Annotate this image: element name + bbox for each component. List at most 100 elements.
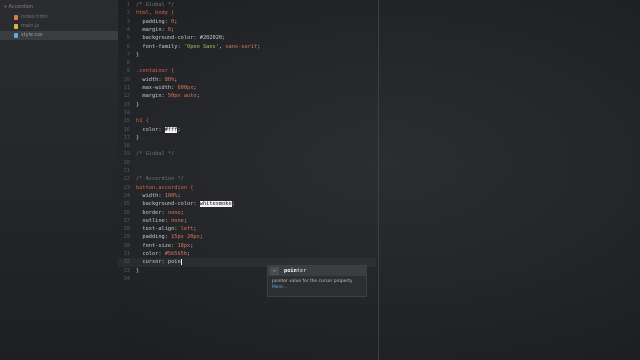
code-token: /* Global */ bbox=[136, 151, 175, 158]
code-text: button.accordion { bbox=[136, 184, 193, 192]
code-text: /* Accordion */ bbox=[136, 175, 184, 183]
code-line[interactable]: 16 color: #fff; bbox=[118, 126, 376, 134]
autocomplete-hint[interactable]: ≡ pointer pointer value for the cursor p… bbox=[267, 265, 367, 297]
file-icon bbox=[14, 15, 18, 20]
line-number: 6 bbox=[126, 43, 130, 50]
code-line[interactable]: 14 bbox=[118, 109, 376, 117]
code-token: 100% bbox=[164, 192, 178, 199]
code-token: #5b5b5b bbox=[164, 251, 188, 257]
sidebar-file-item[interactable]: style.css bbox=[0, 31, 118, 40]
hint-suggestion[interactable]: ≡ pointer bbox=[268, 266, 366, 276]
code-line[interactable]: 20 bbox=[118, 159, 376, 167]
code-line[interactable]: 3 padding: 0; bbox=[118, 18, 376, 26]
code-line[interactable]: 9 .container { bbox=[118, 67, 376, 75]
code-line[interactable]: 11 max-width: 600px; bbox=[118, 84, 376, 92]
code-line[interactable]: 1 /* Global */ bbox=[118, 1, 376, 9]
chevron-down-icon[interactable]: ▾ bbox=[4, 4, 7, 10]
code-token: margin: bbox=[136, 26, 168, 33]
code-token: ; bbox=[177, 126, 181, 133]
code-text: font-size: 18px; bbox=[136, 242, 193, 250]
sidebar-file-item[interactable]: index.html bbox=[0, 13, 118, 22]
code-text: margin: 50px auto; bbox=[136, 92, 199, 100]
code-line[interactable]: 12 margin: 50px auto; bbox=[118, 92, 376, 100]
project-folder[interactable]: ▾ Accordion bbox=[0, 0, 118, 13]
code-line[interactable]: 29 padding: 15px 20px; bbox=[118, 233, 376, 241]
code-token: none bbox=[167, 209, 181, 216]
code-token: } bbox=[136, 101, 140, 108]
line-number: 29 bbox=[123, 234, 130, 241]
code-line[interactable]: 17} bbox=[118, 134, 376, 142]
code-text: font-family: 'Open Sans', sans-serif; bbox=[136, 43, 260, 51]
code-editor[interactable]: 1/* Global */2 html, body {3 padding: 0; 4… bbox=[118, 0, 378, 360]
line-number: 9 bbox=[126, 68, 130, 75]
code-text: max-width: 600px; bbox=[136, 84, 196, 92]
code-token: background-color: bbox=[136, 201, 200, 208]
code-token: } bbox=[136, 134, 140, 141]
code-line[interactable]: 19 /* Global */ bbox=[118, 150, 376, 158]
code-line[interactable]: 6 font-family: 'Open Sans', sans-serif; bbox=[118, 43, 376, 51]
code-token: cursor: bbox=[136, 259, 168, 266]
code-line[interactable]: 28 text-align: left; bbox=[118, 225, 376, 233]
line-number: 23 bbox=[123, 184, 130, 191]
code-token: /* Global bbox=[136, 2, 168, 8]
code-text: outline: none; bbox=[136, 217, 187, 225]
code-line[interactable]: 15 h1 { bbox=[118, 117, 376, 125]
code-line[interactable]: 21 bbox=[118, 167, 376, 175]
code-text: color: #fff; bbox=[136, 126, 181, 134]
hint-more-link[interactable]: More... bbox=[268, 284, 366, 290]
line-number: 25 bbox=[123, 201, 130, 208]
line-number: 30 bbox=[123, 242, 130, 249]
code-line[interactable]: 10 width: 80%; bbox=[118, 76, 376, 84]
code-token: whitesmoke bbox=[199, 201, 232, 208]
project-name: Accordion bbox=[8, 4, 34, 10]
code-line[interactable]: 31 color: #5b5b5b; bbox=[118, 250, 376, 258]
code-line[interactable]: 26 border: none; bbox=[118, 209, 376, 217]
empty-editor-pane[interactable] bbox=[379, 0, 640, 360]
code-text: /* Global */ bbox=[136, 1, 174, 9]
code-token: ; bbox=[174, 18, 178, 25]
code-text: color: #5b5b5b; bbox=[136, 250, 190, 258]
code-token: color: bbox=[136, 251, 165, 257]
hint-match: poin bbox=[284, 268, 297, 274]
code-line[interactable]: 2 html, body { bbox=[118, 9, 376, 17]
code-text: background-color: whitesmoke; bbox=[136, 200, 235, 208]
code-token: h1 { bbox=[136, 118, 149, 125]
line-number: 24 bbox=[123, 192, 130, 199]
file-icon bbox=[14, 33, 18, 38]
code-token: width: bbox=[136, 192, 165, 199]
line-number: 26 bbox=[123, 209, 130, 216]
code-token: poin bbox=[167, 259, 181, 266]
code-token: ; bbox=[171, 26, 175, 33]
code-text: .container { bbox=[136, 67, 174, 75]
line-number: 31 bbox=[123, 251, 130, 257]
sidebar-file-item[interactable]: main.js bbox=[0, 22, 118, 31]
code-line[interactable]: 13} bbox=[118, 101, 376, 109]
hint-rest: ter bbox=[296, 268, 307, 274]
line-number: 22 bbox=[123, 176, 130, 183]
code-line[interactable]: 18 bbox=[118, 142, 376, 150]
line-number: 10 bbox=[123, 76, 130, 83]
code-line[interactable]: 4 margin: 0; bbox=[118, 26, 376, 34]
code-line[interactable]: 8 bbox=[118, 59, 376, 67]
code-line[interactable]: 22 /* Accordion */ bbox=[118, 175, 376, 183]
code-token: ; bbox=[199, 234, 203, 241]
keyword-icon: ≡ bbox=[270, 267, 279, 275]
line-number: 8 bbox=[126, 60, 130, 67]
file-icon bbox=[14, 24, 18, 29]
code-line[interactable]: 23 button.accordion { bbox=[118, 184, 376, 192]
code-line[interactable]: 24 width: 100%; bbox=[118, 192, 376, 200]
line-number: 7 bbox=[126, 51, 130, 58]
code-token: ; bbox=[231, 201, 235, 208]
code-line[interactable]: 25 background-color: whitesmoke; bbox=[118, 200, 376, 208]
line-number: 11 bbox=[123, 85, 130, 91]
code-token: ; bbox=[257, 43, 261, 50]
code-line[interactable]: 7} bbox=[118, 51, 376, 59]
code-token: ; bbox=[180, 209, 184, 216]
code-line[interactable]: 5 background-color: #202020; bbox=[118, 34, 376, 42]
code-line[interactable]: 27 outline: none; bbox=[118, 217, 376, 225]
code-line[interactable]: 30 font-size: 18px; bbox=[118, 242, 376, 250]
line-number: 5 bbox=[126, 35, 130, 42]
code-text: } bbox=[136, 134, 139, 142]
file-name: index.html bbox=[21, 14, 48, 20]
code-token: padding: bbox=[136, 18, 172, 25]
